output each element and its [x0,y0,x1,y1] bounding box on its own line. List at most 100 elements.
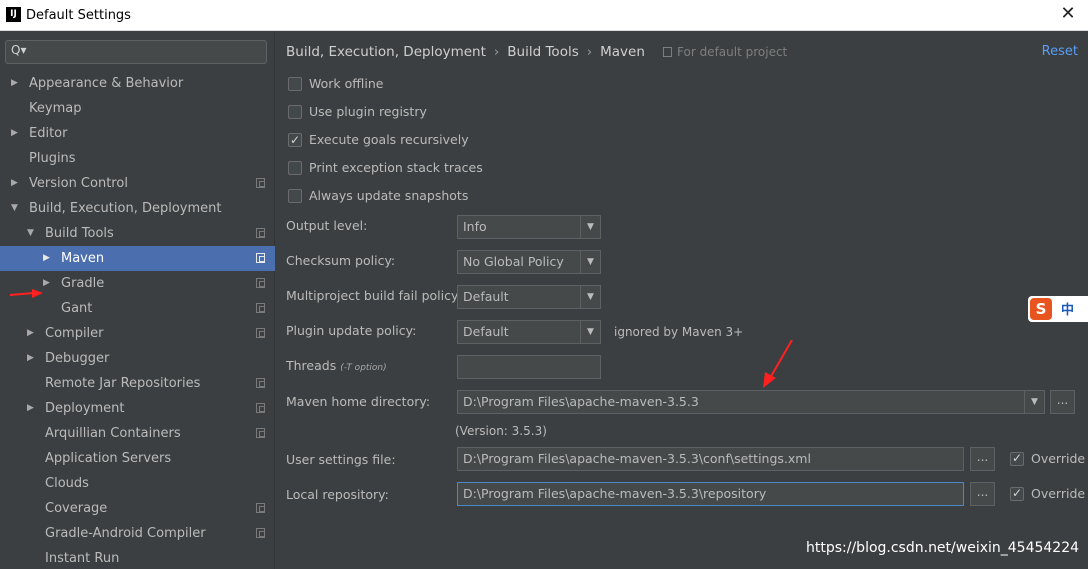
sidebar-item[interactable]: ▶ Appearance & Behavior [0,71,275,96]
checksum-policy-dropdown[interactable]: No Global Policy ▼ [457,250,601,274]
sidebar-item[interactable]: ▶ Debugger [0,346,275,371]
sidebar-item-label: Plugins [29,151,76,166]
watermark-text: https://blog.csdn.net/weixin_45454224 [806,540,1080,556]
sidebar-item[interactable]: Arquillian Containers [0,421,275,446]
close-icon[interactable]: ✕ [1058,4,1078,24]
checksum-policy-label: Checksum policy: [286,253,396,268]
project-scope-icon [256,378,265,388]
sidebar-item[interactable]: Remote Jar Repositories [0,371,275,396]
local-repository-browse-button[interactable]: ... [970,482,995,506]
sidebar-item[interactable]: ▶ Maven [0,246,275,271]
breadcrumb-separator: › [493,44,500,60]
sidebar-item[interactable]: ▶ Version Control [0,171,275,196]
override-checkbox[interactable] [1010,451,1024,466]
sidebar-item-label: Editor [29,126,68,141]
sidebar-item[interactable]: Clouds [0,471,275,496]
fail-policy-label: Multiproject build fail policy: [286,288,462,303]
red-annotation-arrow-icon [763,339,793,388]
intellij-app-icon: IJ [6,7,21,22]
plugin-update-note: ignored by Maven 3+ [614,325,744,339]
reset-link[interactable]: Reset [1042,44,1078,59]
sidebar-item-label: Gradle [61,276,105,291]
sidebar-item[interactable]: ▶ Editor [0,121,275,146]
chevron-down-icon[interactable]: ▼ [1024,391,1044,413]
user-settings-browse-button[interactable]: ... [970,447,995,471]
fail-policy-dropdown[interactable]: Default ▼ [457,285,601,309]
option-checkbox[interactable] [288,189,302,203]
sidebar-item[interactable]: ▶ Compiler [0,321,275,346]
maven-home-label: Maven home directory: [286,394,431,409]
sidebar-item[interactable]: Instant Run [0,546,275,569]
sidebar-item[interactable]: ▼ Build, Execution, Deployment [0,196,275,221]
chevron-right-icon[interactable]: ▶ [27,321,34,346]
maven-home-dropdown[interactable]: D:\Program Files\apache-maven-3.5.3 ▼ [457,390,1045,414]
maven-home-browse-button[interactable]: ... [1050,390,1075,414]
chevron-right-icon[interactable]: ▶ [11,71,18,96]
chevron-right-icon[interactable]: ▶ [11,121,18,146]
sidebar-item-label: Clouds [45,476,89,491]
sidebar-item[interactable]: ▼ Build Tools [0,221,275,246]
option-checkbox[interactable] [288,132,302,148]
user-settings-input[interactable]: D:\Program Files\apache-maven-3.5.3\conf… [457,447,964,471]
sidebar-item-label: Instant Run [45,551,120,566]
red-annotation-arrow-icon [9,289,43,298]
project-scope-icon [256,303,265,313]
sidebar-item-label: Application Servers [45,451,172,466]
sidebar-item[interactable]: Application Servers [0,446,275,471]
plugin-update-label: Plugin update policy: [286,323,417,338]
project-scope-icon [256,253,265,263]
sidebar-item[interactable]: Plugins [0,146,275,171]
plugin-update-dropdown[interactable]: Default ▼ [457,320,601,344]
chevron-right-icon[interactable]: ▶ [27,396,34,421]
option-checkbox[interactable] [288,105,302,119]
chevron-right-icon[interactable]: ▶ [43,246,50,271]
sidebar-item-label: Maven [61,251,105,266]
sidebar-item-label: Arquillian Containers [45,426,181,441]
option-checkbox[interactable] [288,77,302,91]
window-titlebar: IJ Default Settings ✕ [0,0,1088,31]
output-level-dropdown[interactable]: Info ▼ [457,215,601,239]
breadcrumb: Build, Execution, Deployment › Build Tools… [286,44,650,64]
sidebar-item-label: Coverage [45,501,108,516]
sidebar-item-label: Version Control [29,176,128,191]
sidebar-item[interactable]: Gradle-Android Compiler [0,521,275,546]
threads-input[interactable] [457,355,601,379]
project-scope-icon [256,228,265,238]
chevron-down-icon[interactable]: ▼ [580,251,600,273]
chevron-down-icon[interactable]: ▼ [580,286,600,308]
option-checkbox[interactable] [288,161,302,175]
local-repository-label: Local repository: [286,487,389,502]
breadcrumb-item: Build, Execution, Deployment [286,44,486,60]
chevron-right-icon[interactable]: ▶ [27,346,34,371]
sidebar-item[interactable]: Keymap [0,96,275,121]
chevron-down-icon[interactable]: ▼ [11,196,18,221]
local-repository-input[interactable]: D:\Program Files\apache-maven-3.5.3\repo… [457,482,964,506]
settings-sidebar: Q▾ ▶ Appearance & Behavior Keymap ▶ Editor Pl… [0,32,275,569]
chevron-down-icon[interactable]: ▼ [27,221,34,246]
user-settings-label: User settings file: [286,452,396,467]
ime-toolbar[interactable]: S 中 [1028,296,1088,322]
chevron-down-icon[interactable]: ▼ [580,216,600,238]
sogou-ime-icon: S [1030,298,1052,320]
ime-language-indicator[interactable]: 中 [1061,299,1074,318]
threads-label: Threads (-T option) [286,358,387,373]
option-label: Print exception stack traces [309,160,483,175]
settings-search-input[interactable]: Q▾ [5,40,267,64]
chevron-down-icon[interactable]: ▼ [580,321,600,343]
project-scope-icon [256,328,265,338]
chevron-right-icon[interactable]: ▶ [11,171,18,196]
project-scope-icon [256,428,265,438]
override-checkbox[interactable] [1010,486,1024,501]
search-icon: Q▾ [11,43,27,57]
sidebar-item-label: Gradle-Android Compiler [45,526,206,541]
chevron-right-icon[interactable]: ▶ [43,271,50,296]
breadcrumb-item: Build Tools [507,44,579,60]
window-title: Default Settings [26,8,131,23]
sidebar-item[interactable]: ▶ Deployment [0,396,275,421]
sidebar-item-label: Deployment [45,401,125,416]
sidebar-item-label: Compiler [45,326,104,341]
sidebar-item[interactable]: Coverage [0,496,275,521]
project-scope-icon [256,528,265,538]
option-label: Work offline [309,76,384,91]
sidebar-item-label: Keymap [29,101,82,116]
